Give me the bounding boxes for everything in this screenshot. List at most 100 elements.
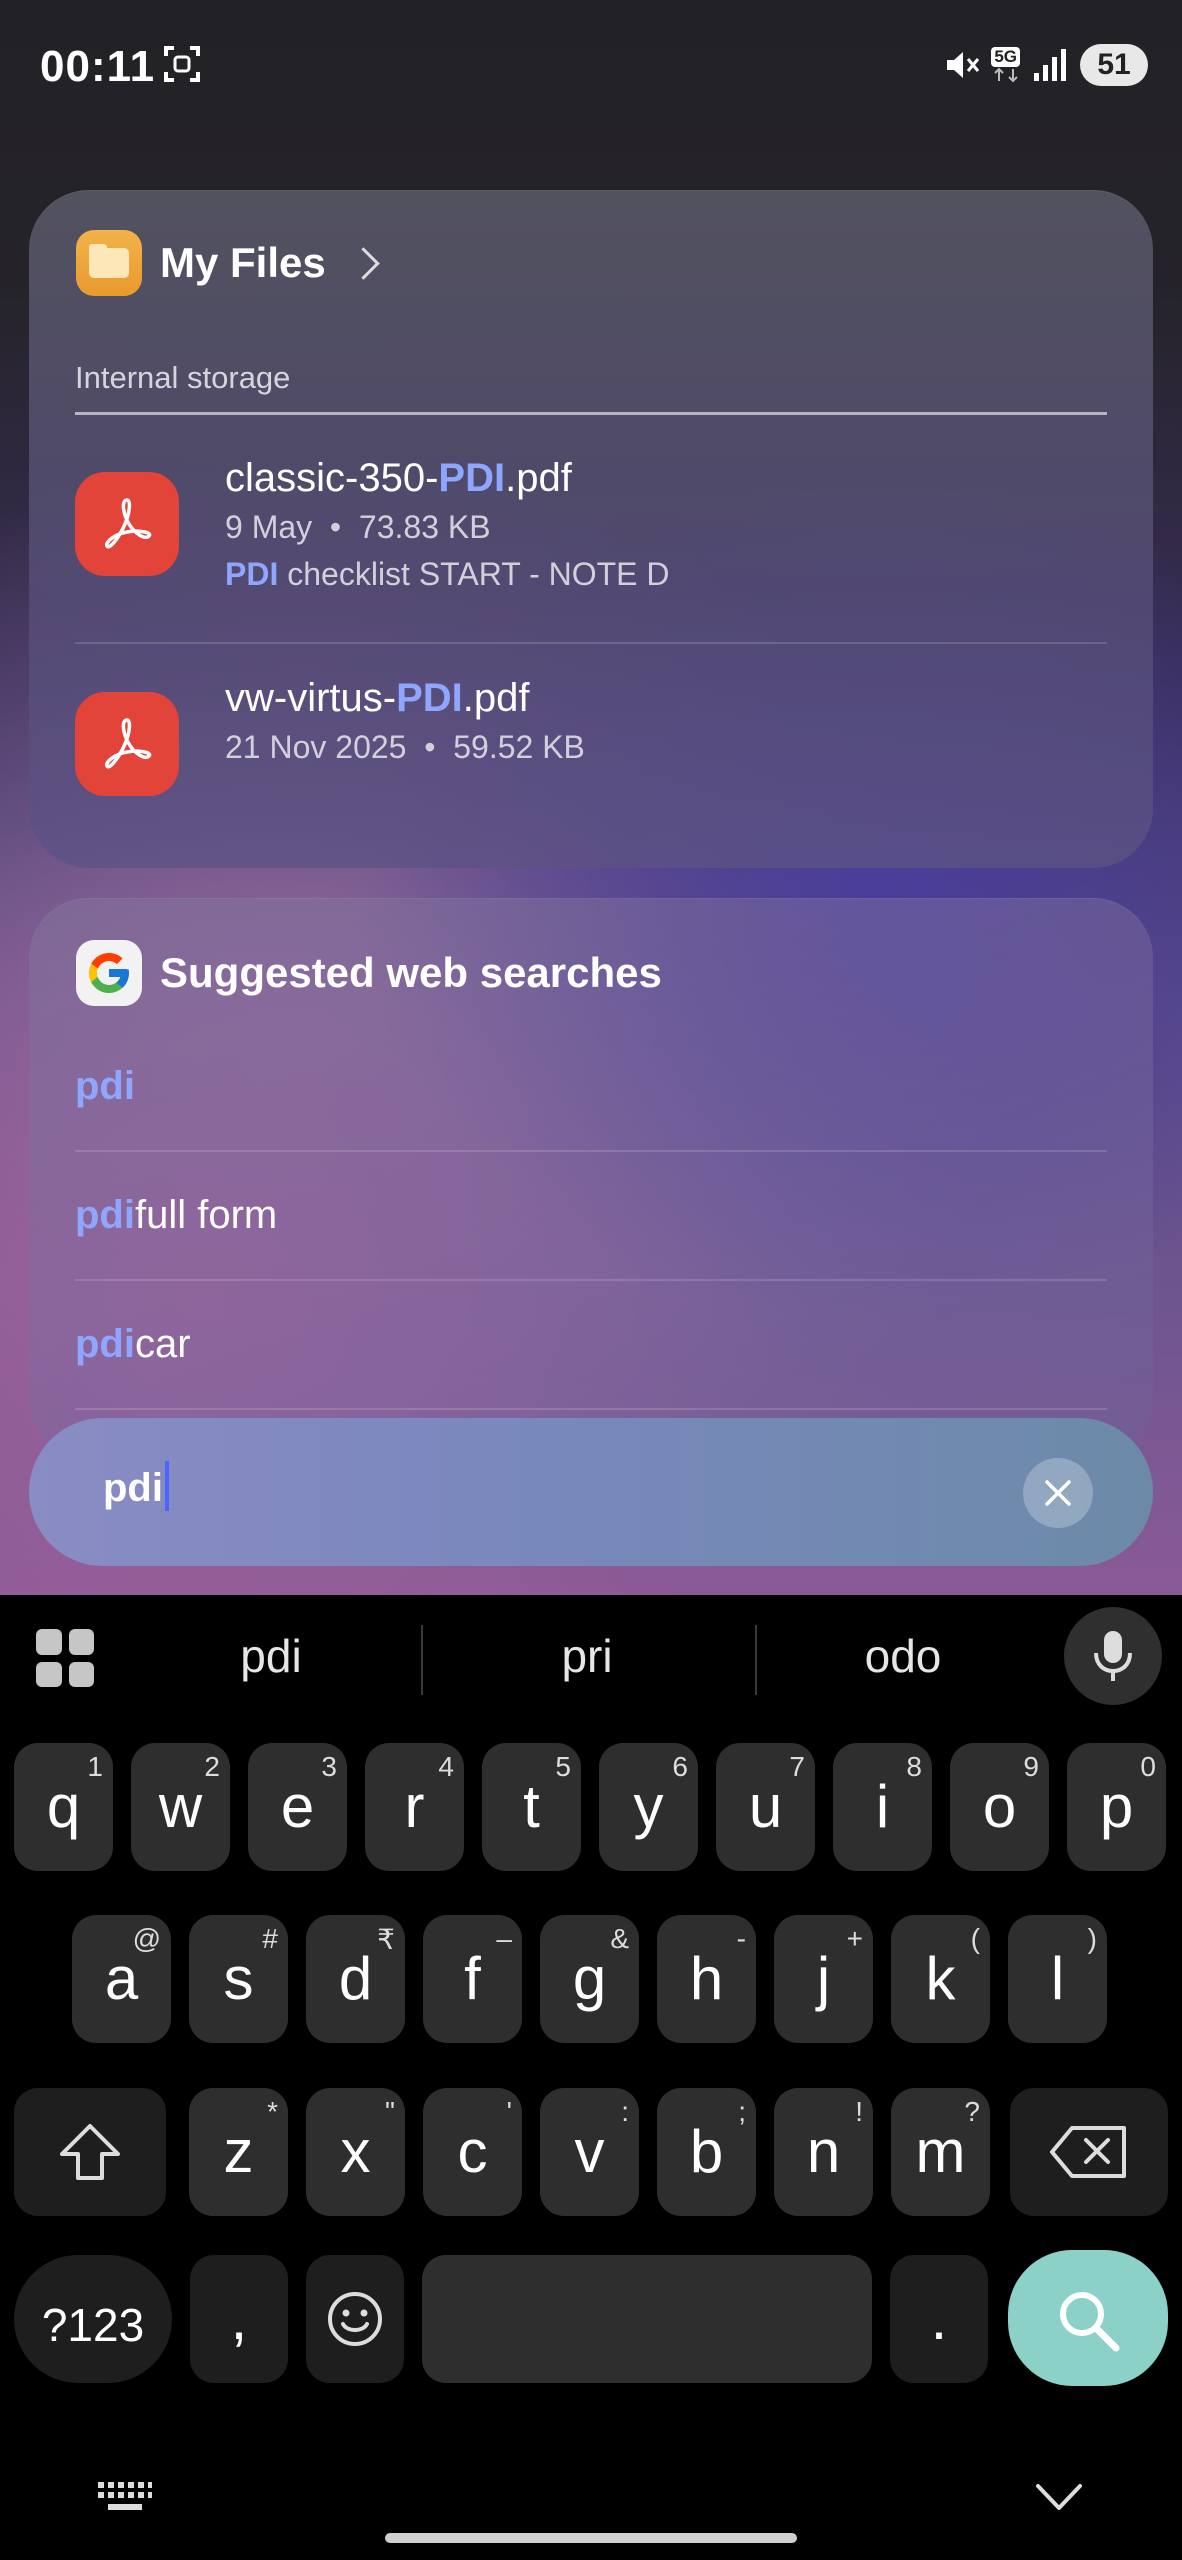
web-suggestion-item[interactable]: pdi car xyxy=(75,1280,1107,1410)
key-d[interactable]: ₹ d xyxy=(306,1915,405,2043)
search-bar[interactable]: pdi xyxy=(29,1418,1153,1566)
pdf-file-icon xyxy=(75,692,179,796)
key-i[interactable]: 8i xyxy=(833,1743,932,1871)
key-f[interactable]: – f xyxy=(423,1915,522,2043)
keyboard: pdi pri odo 1q2w3e4r5t6y7u8i9o0p @ a # s ₹ d –… xyxy=(0,1595,1182,2560)
key-label: b xyxy=(689,2118,724,2185)
web-suggestions-card: Suggested web searches pdi pdi full form… xyxy=(29,898,1153,1458)
home-gesture-handle[interactable] xyxy=(385,2533,797,2543)
backspace-key[interactable] xyxy=(1010,2088,1168,2216)
mute-icon xyxy=(947,52,980,78)
key-k[interactable]: (k xyxy=(891,1915,990,2043)
key-label: v xyxy=(574,2118,605,2185)
key-h[interactable]: -h xyxy=(657,1915,756,2043)
emoji-icon xyxy=(328,2292,382,2346)
key-t[interactable]: 5t xyxy=(482,1743,581,1871)
key-s[interactable]: # s xyxy=(189,1915,288,2043)
period-key[interactable]: . xyxy=(890,2255,988,2383)
key-e[interactable]: 3e xyxy=(248,1743,347,1871)
apps-grid-icon[interactable] xyxy=(36,1629,94,1687)
key-label: e xyxy=(280,1773,315,1840)
key-a[interactable]: @ a xyxy=(72,1915,171,2043)
file-result-item[interactable]: vw-virtus-PDI.pdf 21 Nov 2025 • 59.52 KB xyxy=(75,672,1107,812)
keyboard-suggestion-bar: pdi pri odo xyxy=(0,1595,1182,1725)
key-label: g xyxy=(572,1945,607,2012)
backspace-icon xyxy=(1050,2126,1126,2178)
chevron-down-icon[interactable] xyxy=(1034,2482,1084,2512)
key-w[interactable]: 2w xyxy=(131,1743,230,1871)
google-icon xyxy=(76,940,142,1006)
key-n[interactable]: ! n xyxy=(774,2088,873,2216)
shift-key[interactable] xyxy=(14,2088,166,2216)
my-files-title: My Files xyxy=(160,239,326,286)
comma-key[interactable]: , xyxy=(190,2255,288,2383)
key-label: w xyxy=(158,1773,203,1840)
key-c[interactable]: ' c xyxy=(423,2088,522,2216)
word-suggestion[interactable]: odo xyxy=(753,1629,1053,1683)
status-icons: 5G 51 xyxy=(941,40,1148,90)
network-5g-icon: 5G xyxy=(991,47,1020,83)
file-snippet: PDI checklist START - NOTE D xyxy=(225,556,670,592)
section-label: Internal storage xyxy=(75,360,291,395)
word-suggestion[interactable]: pri xyxy=(437,1629,737,1683)
key-j[interactable]: + j xyxy=(774,1915,873,2043)
keyboard-switch-icon[interactable] xyxy=(96,2480,154,2514)
key-y[interactable]: 6y xyxy=(599,1743,698,1871)
key-p[interactable]: 0p xyxy=(1067,1743,1166,1871)
my-files-header[interactable]: My Files xyxy=(76,230,380,296)
web-suggestion-item[interactable]: pdi full form xyxy=(75,1151,1107,1281)
key-label: l xyxy=(1050,1945,1065,2012)
space-key[interactable] xyxy=(422,2255,872,2383)
word-suggestion[interactable]: pdi xyxy=(121,1629,421,1683)
key-label: u xyxy=(748,1773,783,1840)
key-label: n xyxy=(806,2118,841,2185)
status-time: 00:11 xyxy=(40,42,156,91)
key-label: z xyxy=(223,2118,254,2185)
key-g[interactable]: & g xyxy=(540,1915,639,2043)
key-label: o xyxy=(982,1773,1017,1840)
key-label: a xyxy=(104,1945,139,2012)
shift-icon xyxy=(60,2124,120,2180)
key-label: q xyxy=(46,1773,81,1840)
pdf-file-icon xyxy=(75,472,179,576)
emoji-key[interactable] xyxy=(306,2255,404,2383)
key-label: r xyxy=(404,1773,425,1840)
key-label: x xyxy=(340,2118,371,2185)
microphone-button[interactable] xyxy=(1064,1607,1162,1705)
key-label: k xyxy=(925,1945,956,2012)
folder-icon xyxy=(76,230,142,296)
key-b[interactable]: ; b xyxy=(657,2088,756,2216)
file-result-item[interactable]: classic-350-PDI.pdf 9 May • 73.83 KB PDI… xyxy=(75,452,1107,644)
key-z[interactable]: * z xyxy=(189,2088,288,2216)
search-go-key[interactable] xyxy=(1008,2250,1168,2386)
file-name: vw-virtus-PDI.pdf xyxy=(225,676,530,720)
key-label: y xyxy=(633,1773,664,1840)
text-cursor xyxy=(164,1461,169,1512)
key-r[interactable]: 4r xyxy=(365,1743,464,1871)
section-divider xyxy=(75,412,1107,415)
key-l[interactable]: ) l xyxy=(1008,1915,1107,2043)
key-label: m xyxy=(915,2118,966,2185)
suggestion-divider xyxy=(421,1625,423,1695)
symbols-key[interactable]: ?123 xyxy=(14,2255,172,2383)
key-m[interactable]: ? m xyxy=(891,2088,990,2216)
battery-indicator: 51 xyxy=(1080,44,1148,86)
status-bar: 00:11 5G 51 xyxy=(0,0,1182,130)
signal-icon xyxy=(1034,49,1066,81)
search-input[interactable]: pdi xyxy=(103,1461,169,1512)
file-meta: 9 May • 73.83 KB xyxy=(225,509,491,545)
microphone-icon xyxy=(1094,1631,1132,1681)
key-q[interactable]: 1q xyxy=(14,1743,113,1871)
clear-search-button[interactable] xyxy=(1023,1458,1093,1528)
key-x[interactable]: " x xyxy=(306,2088,405,2216)
key-u[interactable]: 7u xyxy=(716,1743,815,1871)
key-label: c xyxy=(457,2118,488,2185)
key-label: t xyxy=(523,1773,540,1840)
key-v[interactable]: :v xyxy=(540,2088,639,2216)
web-suggestions-title: Suggested web searches xyxy=(160,949,662,996)
web-suggestion-item[interactable]: pdi xyxy=(75,1022,1107,1152)
key-o[interactable]: 9o xyxy=(950,1743,1049,1871)
my-files-card: My Files Internal storage classic-350-PD… xyxy=(29,190,1153,868)
key-label: f xyxy=(464,1945,481,2012)
key-label: s xyxy=(223,1945,254,2012)
